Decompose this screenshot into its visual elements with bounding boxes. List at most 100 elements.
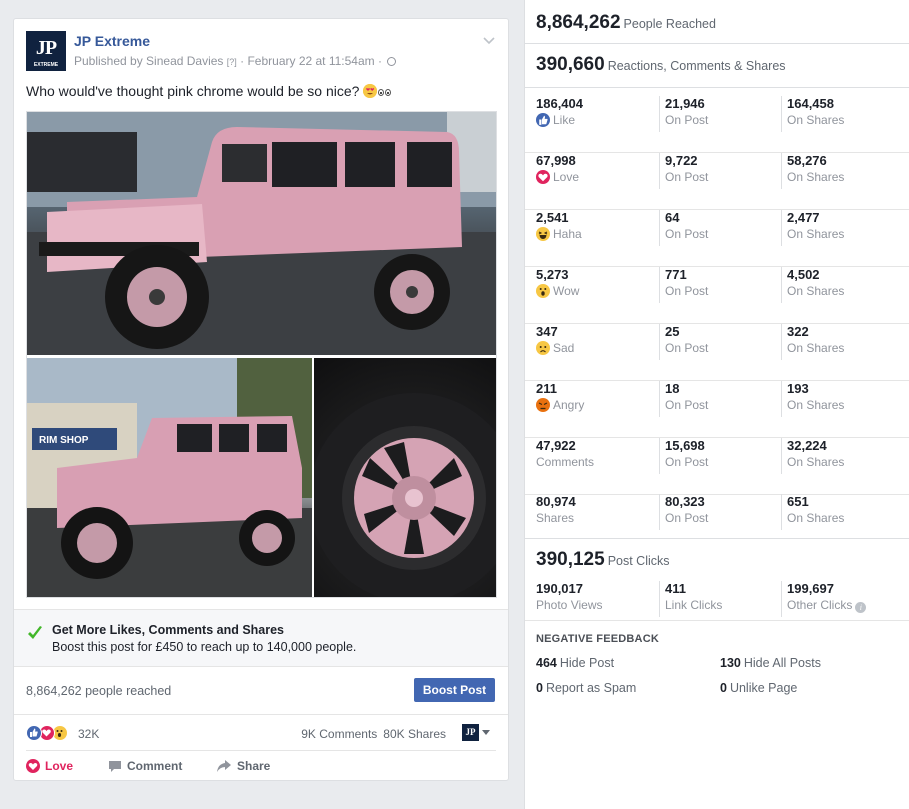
angry-on-shares-cell: 193 On Shares (781, 381, 844, 417)
wow-on-shares-cell: 4,502 On Shares (781, 267, 844, 303)
metric-row-angry: 211 Angry 18 On Post 193 On Shares (525, 381, 909, 438)
svg-text:RIM SHOP: RIM SHOP (39, 435, 89, 446)
boost-banner[interactable]: Get More Likes, Comments and Shares Boos… (14, 609, 508, 667)
help-icon[interactable]: [?] (227, 57, 237, 67)
love-icon (26, 759, 40, 773)
photo-views-label: Photo Views (536, 598, 603, 612)
angry-label: Angry (536, 397, 584, 413)
other-clicks-label-wrap: Other Clicks i (787, 597, 867, 613)
boost-post-button[interactable]: Boost Post (414, 678, 495, 702)
metric-row-haha: 2,541 Haha 64 On Post 2,477 On Shares (525, 210, 909, 267)
other-clicks-value: 199,697 (787, 581, 834, 596)
love-total: 67,998 (536, 153, 576, 168)
published-by[interactable]: Published by Sinead Davies (74, 54, 223, 68)
love-button[interactable]: Love (26, 759, 73, 773)
hide-post-value: 464 (536, 656, 557, 670)
link-clicks-value: 411 (665, 581, 686, 596)
share-button[interactable]: Share (216, 759, 270, 773)
sad-total-cell: 347 Sad (536, 324, 574, 360)
post-clicks-value: 390,125 (536, 549, 605, 570)
comments-on-post: 15,698 (665, 438, 705, 453)
wow-on-post: 771 (665, 267, 687, 282)
love-on-shares: 58,276 (787, 153, 827, 168)
boost-title: Get More Likes, Comments and Shares (52, 623, 285, 637)
page-avatar-subtext: EXTREME (33, 62, 59, 68)
sad-on-shares: 322 (787, 324, 809, 339)
hide-post-label: Hide Post (559, 656, 615, 670)
love-total-cell: 67,998 Love (536, 153, 579, 189)
wow-type: Wow (553, 284, 580, 298)
on-post-label: On Post (665, 284, 709, 298)
chevron-down-icon (482, 730, 490, 735)
checkmark-icon (28, 626, 42, 639)
wow-on-post-cell: 771 On Post (659, 267, 708, 303)
people-reached-text[interactable]: 8,864,262 people reached (26, 684, 171, 698)
love-icon (536, 170, 550, 184)
post-timestamp[interactable]: February 22 at 11:54am (247, 54, 374, 68)
hide-all-posts-label: Hide All Posts (743, 656, 821, 670)
unlike-page-stat: 0 Unlike Page (720, 681, 797, 695)
unlike-page-label: Unlike Page (729, 681, 798, 695)
like-total: 186,404 (536, 96, 583, 111)
like-type: Like (553, 113, 576, 127)
boost-description: Boost this post for £450 to reach up to … (52, 640, 357, 654)
metric-row-like: 186,404 Like 21,946 On Post 164,458 On Sha… (525, 96, 909, 153)
photo-jeep-rim-shop[interactable]: RIM SHOP (27, 358, 312, 597)
sad-label: Sad (536, 340, 574, 356)
on-post-label: On Post (665, 341, 709, 355)
comment-share-counts: 9K Comments 80K Shares (301, 727, 446, 741)
people-reached-stat: 8,864,262 People Reached (536, 12, 716, 34)
people-reached-label: People Reached (623, 17, 716, 31)
page-name-link[interactable]: JP Extreme (74, 33, 150, 49)
on-shares-label: On Shares (787, 398, 845, 412)
reaction-count[interactable]: 32K (78, 727, 99, 741)
comments-on-post-cell: 15,698 On Post (659, 438, 708, 474)
on-post-label: On Post (665, 113, 709, 127)
photo-grid[interactable]: RIM SHOP (26, 111, 497, 598)
post-message: Who would've thought pink chrome would b… (26, 83, 392, 99)
comment-icon (109, 761, 121, 772)
on-shares-label: On Shares (787, 170, 845, 184)
love-on-shares-cell: 58,276 On Shares (781, 153, 844, 189)
unlike-page-value: 0 (720, 681, 727, 695)
haha-label: Haha (536, 226, 582, 242)
report-spam-label: Report as Spam (545, 681, 637, 695)
share-icon (217, 760, 231, 772)
on-shares-label: On Shares (787, 455, 845, 469)
page-avatar-small: JP (462, 724, 479, 741)
report-spam-value: 0 (536, 681, 543, 695)
link-clicks-label: Link Clicks (665, 598, 723, 612)
chevron-down-icon[interactable] (482, 33, 496, 47)
sad-on-post: 25 (665, 324, 680, 339)
photo-wheel-closeup[interactable] (314, 358, 496, 597)
shares-total-cell: 80,974 Shares (536, 494, 576, 530)
on-shares-label: On Shares (787, 284, 845, 298)
hide-all-posts-value: 130 (720, 656, 741, 670)
comment-button[interactable]: Comment (108, 759, 182, 773)
page-avatar[interactable]: JP EXTREME (26, 31, 66, 71)
photo-views-value: 190,017 (536, 581, 583, 596)
photo-views-cell: 190,017 Photo Views (536, 581, 603, 617)
comment-label: Comment (127, 759, 183, 773)
love-on-post-cell: 9,722 On Post (659, 153, 708, 189)
reaction-icons[interactable] (26, 725, 74, 741)
meta-separator-2: · (374, 54, 386, 68)
comments-count-link[interactable]: 9K Comments (301, 727, 377, 741)
info-icon[interactable]: i (855, 602, 867, 613)
haha-type: Haha (553, 227, 582, 241)
post-clicks-stat: 390,125 Post Clicks (536, 549, 670, 571)
divider (525, 538, 909, 539)
love-label: Love (45, 759, 74, 773)
shares-on-shares-cell: 651 On Shares (781, 494, 844, 530)
other-clicks-cell: 199,697 Other Clicks i (781, 581, 867, 617)
link-clicks-cell: 411 Link Clicks (659, 581, 722, 617)
privacy-icon[interactable] (387, 57, 397, 66)
like-on-shares: 164,458 (787, 96, 834, 111)
photo-jeep-side[interactable] (27, 112, 496, 355)
post-as-selector[interactable]: JP (462, 724, 492, 742)
angry-on-post-cell: 18 On Post (659, 381, 708, 417)
shares-count-link[interactable]: 80K Shares (383, 727, 446, 741)
shares-label: Shares (536, 511, 575, 525)
people-reached-value: 8,864,262 (536, 12, 621, 33)
on-post-label: On Post (665, 398, 709, 412)
